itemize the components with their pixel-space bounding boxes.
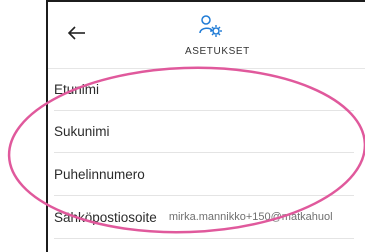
field-label: Sukunimi — [54, 123, 110, 139]
field-phone[interactable]: Puhelinnumero — [54, 153, 354, 196]
page-title: ASETUKSET — [185, 46, 250, 57]
user-gear-icon — [198, 14, 224, 38]
field-label: Sähköpostiosoite — [54, 209, 157, 225]
header: ASETUKSET — [48, 2, 365, 69]
field-label: Puhelinnumero — [54, 166, 145, 182]
field-value: mirka.mannikko+150@matkahuol — [168, 211, 333, 223]
settings-screen: ASETUKSET Etunimi Sukunimi Puhelinnumero… — [46, 0, 365, 252]
field-last-name[interactable]: Sukunimi — [54, 110, 354, 153]
field-email[interactable]: Sähköpostiosoite mirka.mannikko+150@matk… — [54, 196, 354, 239]
field-first-name[interactable]: Etunimi — [54, 68, 354, 111]
field-label: Etunimi — [54, 81, 100, 97]
back-button[interactable] — [66, 22, 88, 44]
arrow-left-icon — [67, 26, 85, 40]
